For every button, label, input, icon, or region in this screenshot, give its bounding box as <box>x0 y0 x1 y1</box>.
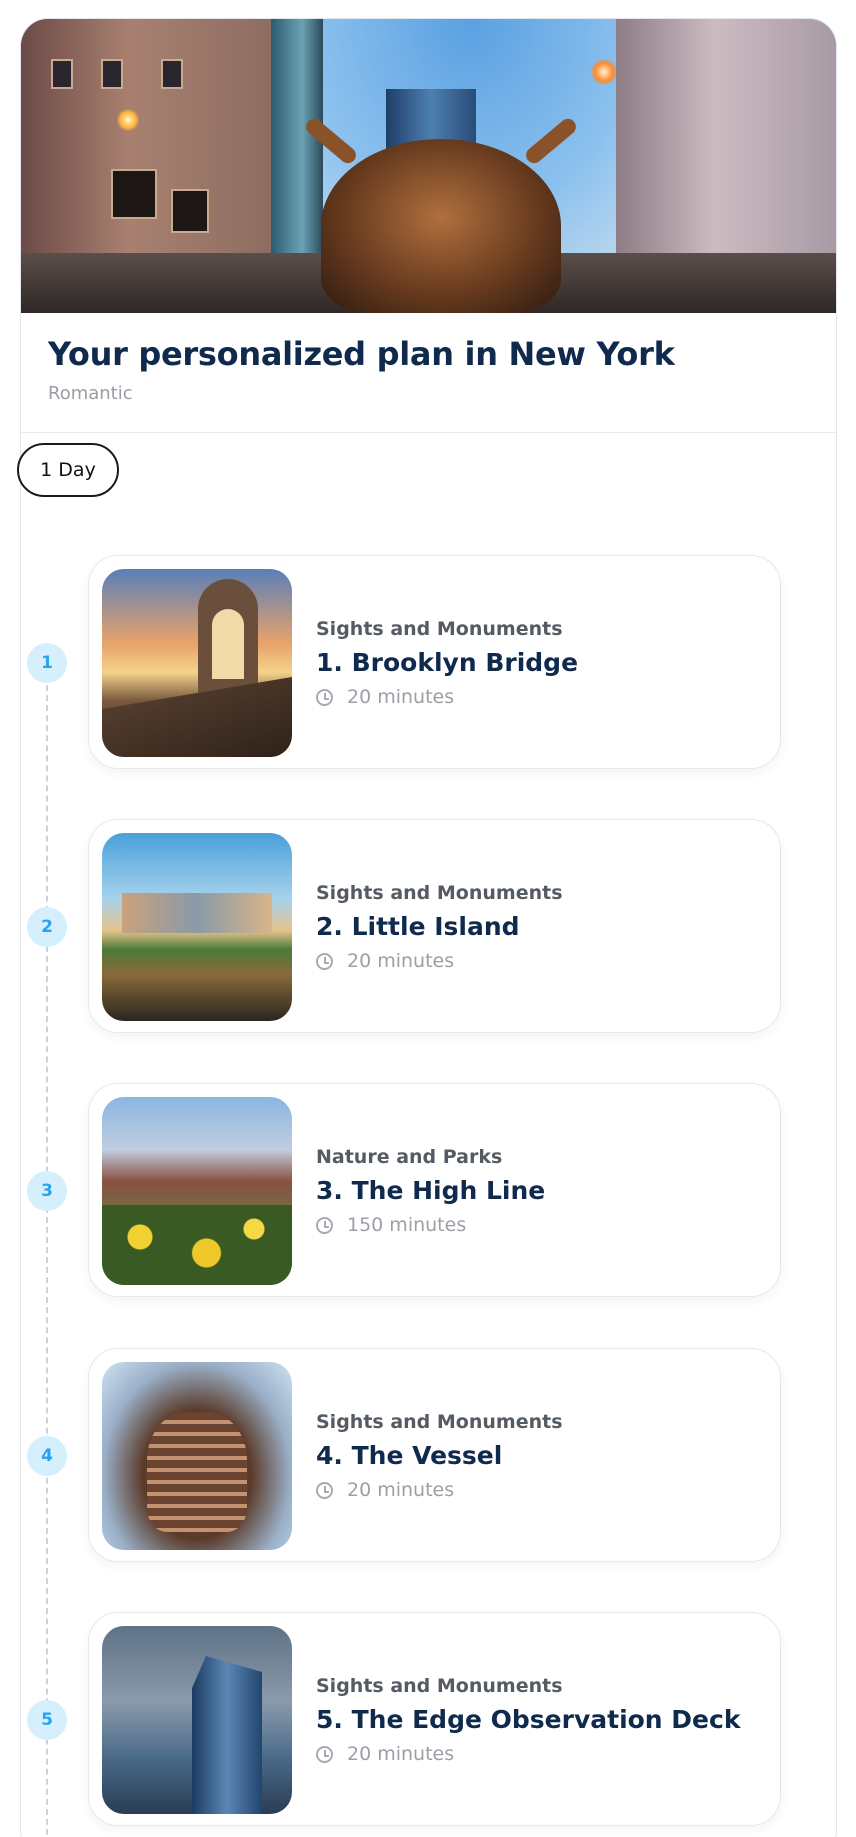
clock-icon <box>316 1745 333 1763</box>
hero-image <box>21 19 836 313</box>
stop-duration: 20 minutes <box>316 1479 454 1501</box>
stop-duration: 20 minutes <box>316 950 454 972</box>
duration-text: 20 minutes <box>347 950 455 972</box>
stop-name: 2. Little Island <box>316 912 520 941</box>
stop-category: Nature and Parks <box>316 1146 503 1168</box>
timeline-line <box>46 655 48 1837</box>
itinerary-stop[interactable]: Sights and Monuments 2. Little Island 20… <box>88 819 781 1033</box>
stop-category: Sights and Monuments <box>316 618 563 640</box>
stop-thumbnail <box>102 1626 292 1814</box>
itinerary-stop[interactable]: Sights and Monuments 4. The Vessel 20 mi… <box>88 1348 781 1562</box>
stop-thumbnail <box>102 833 292 1021</box>
itinerary-stop[interactable]: Nature and Parks 3. The High Line 150 mi… <box>88 1083 781 1297</box>
duration-text: 20 minutes <box>347 1743 455 1765</box>
stop-name: 4. The Vessel <box>316 1441 503 1470</box>
step-badge-1: 1 <box>27 643 67 683</box>
stop-thumbnail <box>102 569 292 757</box>
step-badge-4: 4 <box>27 1436 67 1476</box>
stop-name: 1. Brooklyn Bridge <box>316 648 579 677</box>
stop-duration: 150 minutes <box>316 1214 466 1236</box>
stop-category: Sights and Monuments <box>316 1411 563 1433</box>
stop-thumbnail <box>102 1362 292 1550</box>
clock-icon <box>316 952 333 970</box>
duration-text: 20 minutes <box>347 1479 455 1501</box>
stop-thumbnail <box>102 1097 292 1285</box>
stop-duration: 20 minutes <box>316 686 454 708</box>
duration-text: 20 minutes <box>347 686 455 708</box>
stop-category: Sights and Monuments <box>316 1675 563 1697</box>
stop-category: Sights and Monuments <box>316 882 563 904</box>
page-title: Your personalized plan in New York <box>48 335 675 373</box>
step-badge-2: 2 <box>27 907 67 947</box>
plan-theme: Romantic <box>48 383 133 404</box>
step-badge-3: 3 <box>27 1171 67 1211</box>
clock-icon <box>316 1216 333 1234</box>
stop-name: 5. The Edge Observation Deck <box>316 1705 741 1734</box>
stop-duration: 20 minutes <box>316 1743 454 1765</box>
stop-name: 3. The High Line <box>316 1176 546 1205</box>
clock-icon <box>316 688 333 706</box>
itinerary-stop[interactable]: Sights and Monuments 5. The Edge Observa… <box>88 1612 781 1826</box>
clock-icon <box>316 1481 333 1499</box>
itinerary-stop[interactable]: Sights and Monuments 1. Brooklyn Bridge … <box>88 555 781 769</box>
day-tab-1[interactable]: 1 Day <box>17 443 119 497</box>
duration-text: 150 minutes <box>347 1214 467 1236</box>
step-badge-5: 5 <box>27 1700 67 1740</box>
plan-header: Your personalized plan in New York Roman… <box>21 313 836 433</box>
